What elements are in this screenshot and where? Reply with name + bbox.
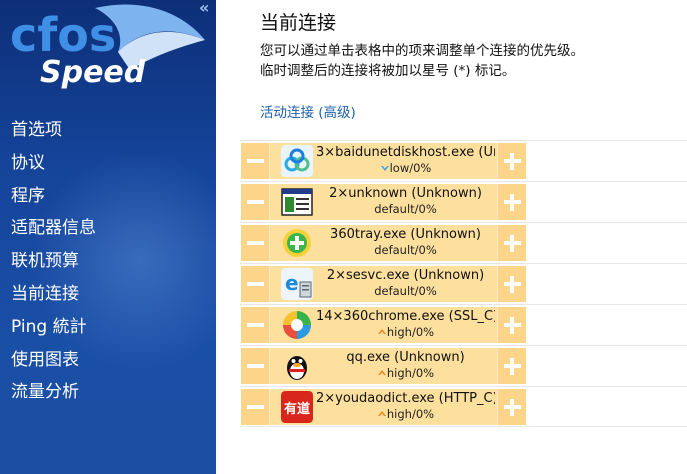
connection-info[interactable]: 360tray.exe (Unknown) default/0% — [316, 226, 495, 258]
connection-info[interactable]: qq.exe (Unknown) high/0% — [316, 349, 495, 381]
decrease-priority-button[interactable] — [241, 389, 270, 425]
sidebar-item-preferences[interactable]: 首选项 — [11, 117, 96, 150]
priority-value: default/0% — [374, 202, 437, 216]
logo-speed-text: Speed — [40, 55, 146, 90]
priority-value: default/0% — [374, 284, 437, 298]
priority-value: default/0% — [374, 243, 437, 257]
ie-server-icon: e — [281, 268, 313, 300]
sidebar-item-usage-charts[interactable]: 使用图表 — [11, 347, 96, 380]
connection-priority: high/0% — [316, 407, 495, 422]
minus-icon — [246, 323, 264, 327]
decrease-priority-button[interactable] — [241, 307, 270, 343]
connection-info[interactable]: 14×360chrome.exe (SSL_C) high/0% — [316, 308, 495, 340]
sidebar-nav: 首选项 协议 程序 适配器信息 联机预算 当前连接 Ping 統計 使用图表 流… — [11, 117, 96, 412]
increase-priority-button[interactable] — [497, 389, 526, 425]
minus-icon — [246, 241, 264, 245]
connection-info[interactable]: 2×sesvc.exe (Unknown) default/0% — [316, 267, 495, 299]
page-description: 您可以通过单击表格中的项来调整单个连接的优先级。 临时调整后的连接将被加以星号 … — [260, 41, 584, 81]
sidebar-item-ping-stats[interactable]: Ping 統計 — [11, 314, 96, 347]
connection-priority: high/0% — [316, 325, 495, 340]
priority-value: high/0% — [386, 407, 435, 421]
table-row[interactable]: 2×unknown (Unknown) default/0% — [240, 181, 687, 222]
increase-priority-button[interactable] — [497, 348, 526, 384]
connection-name: 2×sesvc.exe (Unknown) — [326, 268, 485, 283]
collapse-chevron-icon[interactable]: « — [199, 0, 209, 17]
table-row[interactable]: 14×360chrome.exe (SSL_C) high/0% — [240, 304, 687, 345]
connection-info[interactable]: 2×unknown (Unknown) default/0% — [316, 185, 495, 217]
connection-info[interactable]: 3×baidunetdiskhost.exe (Unknown)low/0% — [316, 144, 495, 176]
increase-priority-button[interactable] — [497, 225, 526, 261]
table-row[interactable]: 360tray.exe (Unknown) default/0% — [240, 222, 687, 263]
table-row[interactable]: qq.exe (Unknown) high/0% — [240, 345, 687, 386]
priority-value: low/0% — [389, 161, 432, 175]
connection-priority: low/0% — [316, 161, 495, 176]
connection-name: 3×baidunetdiskhost.exe (Unknown) — [316, 145, 495, 160]
increase-priority-button[interactable] — [497, 143, 526, 179]
sidebar-item-protocols[interactable]: 协议 — [11, 150, 96, 183]
high-priority-arrow-icon — [377, 325, 387, 339]
window-app-icon — [281, 186, 313, 218]
table-row[interactable]: 3×baidunetdiskhost.exe (Unknown)low/0% — [240, 140, 687, 181]
svg-text:有道: 有道 — [284, 401, 310, 417]
connection-name: qq.exe (Unknown) — [346, 350, 465, 365]
minus-icon — [246, 282, 264, 286]
decrease-priority-button[interactable] — [241, 348, 270, 384]
connection-name: 14×360chrome.exe (SSL_C) — [316, 309, 495, 324]
connection-priority: default/0% — [316, 202, 495, 217]
low-priority-arrow-icon — [380, 161, 390, 175]
high-priority-arrow-icon — [377, 366, 387, 380]
high-priority-arrow-icon — [377, 407, 387, 421]
sidebar-item-adapter-info[interactable]: 适配器信息 — [11, 215, 96, 248]
sidebar-item-programs[interactable]: 程序 — [11, 183, 96, 216]
active-connections-advanced-link[interactable]: 活动连接 (高级) — [260, 101, 356, 121]
description-line-1: 您可以通过单击表格中的项来调整单个连接的优先级。 — [260, 43, 584, 59]
connection-name: 2×youdaodict.exe (HTTP_C) — [316, 391, 495, 406]
360-safe-icon — [281, 227, 313, 259]
connection-priority: default/0% — [316, 243, 495, 258]
logo-cfos-text: cfos — [10, 8, 117, 62]
connection-name: 360tray.exe (Unknown) — [330, 227, 481, 242]
decrease-priority-button[interactable] — [241, 266, 270, 302]
minus-icon — [246, 405, 264, 409]
increase-priority-button[interactable] — [497, 307, 526, 343]
sidebar-item-traffic-analysis[interactable]: 流量分析 — [11, 379, 96, 412]
connection-priority: default/0% — [316, 284, 495, 299]
connection-info[interactable]: 2×youdaodict.exe (HTTP_C) high/0% — [316, 390, 495, 422]
description-line-2: 临时调整后的连接将被加以星号 (*) 标记。 — [260, 63, 516, 79]
qq-penguin-icon — [281, 350, 313, 382]
minus-icon — [246, 159, 264, 163]
decrease-priority-button[interactable] — [241, 143, 270, 179]
page-title: 当前连接 — [260, 12, 337, 34]
connections-table: 3×baidunetdiskhost.exe (Unknown)low/0% 2×… — [240, 140, 687, 427]
sidebar-item-online-budget[interactable]: 联机预算 — [11, 248, 96, 281]
main-panel: 当前连接 您可以通过单击表格中的项来调整单个连接的优先级。 临时调整后的连接将被… — [216, 0, 687, 474]
minus-icon — [246, 364, 264, 368]
decrease-priority-button[interactable] — [241, 184, 270, 220]
minus-icon — [246, 200, 264, 204]
360-browser-icon — [281, 309, 313, 341]
decrease-priority-button[interactable] — [241, 225, 270, 261]
priority-value: high/0% — [386, 366, 435, 380]
sidebar-item-current-connections[interactable]: 当前连接 — [11, 281, 96, 314]
increase-priority-button[interactable] — [497, 266, 526, 302]
table-row[interactable]: 有道 2×youdaodict.exe (HTTP_C) high/0% — [240, 386, 687, 427]
increase-priority-button[interactable] — [497, 184, 526, 220]
youdao-dict-icon: 有道 — [281, 391, 313, 423]
connection-name: 2×unknown (Unknown) — [329, 186, 482, 201]
baidu-netdisk-icon — [281, 145, 313, 177]
connection-priority: high/0% — [316, 366, 495, 381]
cfos-speed-logo: cfos Speed — [0, 0, 216, 100]
table-row[interactable]: e 2×sesvc.exe (Unknown) default/0% — [240, 263, 687, 304]
sidebar: cfos Speed « 首选项 协议 程序 适配器信息 联机预算 当前连接 P… — [0, 0, 216, 474]
svg-text:e: e — [285, 271, 299, 295]
priority-value: high/0% — [386, 325, 435, 339]
